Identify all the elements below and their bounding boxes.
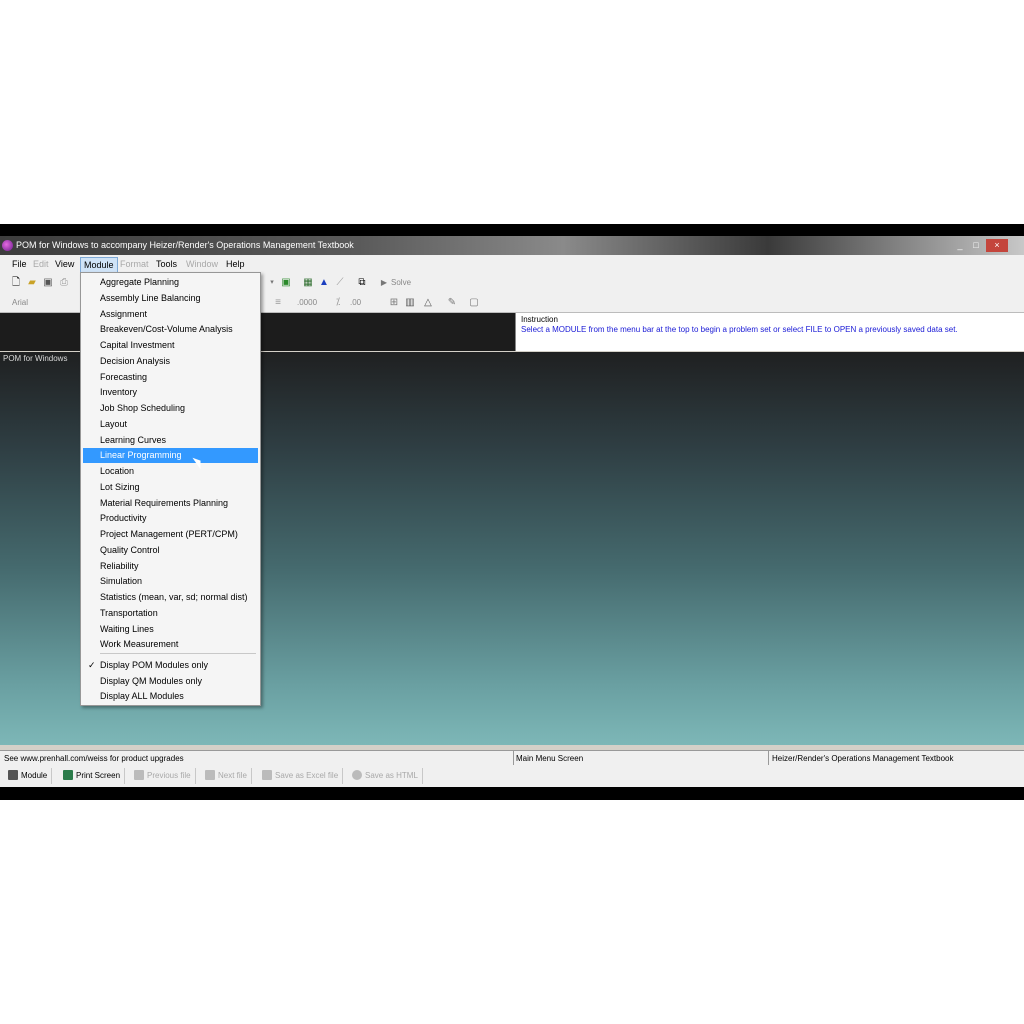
module-button-label: Module [21,771,48,780]
align-icon[interactable]: ≡ [272,297,284,309]
bottom-button-bar: Module Print Screen Previous file Next f… [0,765,1024,787]
menu-item-assignment[interactable]: Assignment [83,307,258,322]
close-button[interactable]: × [986,239,1008,252]
save-icon[interactable]: ▣ [42,277,54,289]
previous-file-button-label: Previous file [147,771,191,780]
instruction-label: Instruction [521,315,558,324]
menu-item-statistics[interactable]: Statistics (mean, var, sd; normal dist) [83,590,258,605]
module-dropdown-menu: Aggregate Planning Assembly Line Balanci… [80,272,261,706]
number-format-box[interactable]: .0000 [297,298,317,307]
menu-item-mrp[interactable]: Material Requirements Planning [83,496,258,511]
menu-item-forecasting[interactable]: Forecasting [83,370,258,385]
chart-triangle-icon[interactable]: ▲ [318,277,330,289]
maximize-button[interactable]: □ [970,239,982,252]
next-file-button[interactable]: Next file [205,768,252,784]
new-file-icon[interactable]: 🗋 [10,277,22,289]
columns-icon[interactable]: ▥ [404,297,416,309]
menu-item-quality-control[interactable]: Quality Control [83,543,258,558]
menu-item-location[interactable]: Location [83,464,258,479]
letterbox-bottom [0,787,1024,800]
letterbox-top [0,224,1024,236]
title-bar: POM for Windows to accompany Heizer/Rend… [0,236,1024,255]
status-divider [768,751,769,766]
menu-item-productivity[interactable]: Productivity [83,511,258,526]
menu-item-project-management[interactable]: Project Management (PERT/CPM) [83,527,258,542]
border-icon[interactable]: ▢ [468,297,480,309]
dropdown-arrow-icon[interactable]: ▾ [266,277,278,289]
save-html-button-label: Save as HTML [365,771,418,780]
print-icon[interactable]: ⎙ [58,277,70,289]
status-left: See www.prenhall.com/weiss for product u… [4,754,184,763]
excel-icon [262,770,272,780]
menu-item-display-qm-only[interactable]: Display QM Modules only [83,674,258,689]
menu-tools[interactable]: Tools [156,259,177,269]
menu-view[interactable]: View [55,259,74,269]
print-screen-icon [63,770,73,780]
menu-item-assembly-line-balancing[interactable]: Assembly Line Balancing [83,291,258,306]
window-title: POM for Windows to accompany Heizer/Rend… [16,240,354,250]
check-icon: ✓ [88,660,96,670]
menu-item-breakeven[interactable]: Breakeven/Cost-Volume Analysis [83,322,258,337]
decimal-box[interactable]: .00 [350,298,361,307]
menu-item-decision-analysis[interactable]: Decision Analysis [83,354,258,369]
menu-item-waiting-lines[interactable]: Waiting Lines [83,622,258,637]
instruction-panel: Instruction Select a MODULE from the men… [515,313,1024,351]
menu-item-capital-investment[interactable]: Capital Investment [83,338,258,353]
html-icon [352,770,362,780]
menu-item-simulation[interactable]: Simulation [83,574,258,589]
status-divider [513,751,514,766]
previous-file-button[interactable]: Previous file [134,768,196,784]
table-icon[interactable]: ▦ [302,277,314,289]
save-excel-button[interactable]: Save as Excel file [262,768,344,784]
menu-item-work-measurement[interactable]: Work Measurement [83,637,258,652]
menu-item-layout[interactable]: Layout [83,417,258,432]
app-icon [2,240,13,251]
menu-item-aggregate-planning[interactable]: Aggregate Planning [83,275,258,290]
next-file-button-label: Next file [218,771,247,780]
menu-item-learning-curves[interactable]: Learning Curves [83,433,258,448]
status-right: Heizer/Render's Operations Management Te… [772,754,954,763]
minimize-button[interactable]: _ [954,239,966,252]
status-bar: See www.prenhall.com/weiss for product u… [0,750,1024,766]
solve-icon[interactable]: ▶ [378,277,390,289]
print-screen-button-label: Print Screen [76,771,121,780]
save-excel-button-label: Save as Excel file [275,771,339,780]
menu-item-lot-sizing[interactable]: Lot Sizing [83,480,258,495]
graph-icon[interactable]: ⟋ [334,277,346,289]
font-name-box[interactable]: Arial [12,298,28,307]
print-screen-button[interactable]: Print Screen [63,768,126,784]
save-html-button[interactable]: Save as HTML [352,768,423,784]
copy-icon[interactable]: ⧉ [356,277,368,289]
workspace-label: POM for Windows [3,354,68,363]
instruction-text: Select a MODULE from the menu bar at the… [521,325,958,334]
menu-item-transportation[interactable]: Transportation [83,606,258,621]
display-pom-label: Display POM Modules only [100,660,209,670]
menu-item-job-shop-scheduling[interactable]: Job Shop Scheduling [83,401,258,416]
next-file-icon [205,770,215,780]
comma-icon[interactable]: ⁒ [332,297,344,309]
menu-window[interactable]: Window [186,259,218,269]
module-button[interactable]: Module [8,768,53,784]
fill-color-icon[interactable]: ✎ [446,297,458,309]
gridlines-icon[interactable]: ⊞ [388,297,400,309]
menu-item-linear-programming[interactable]: Linear Programming [83,448,258,463]
menu-file[interactable]: File [12,259,27,269]
menu-item-display-pom-only[interactable]: ✓ Display POM Modules only [83,658,258,673]
screen-icon[interactable]: ▣ [280,277,292,289]
status-middle: Main Menu Screen [516,754,584,763]
menu-format[interactable]: Format [120,259,149,269]
menu-help[interactable]: Help [226,259,245,269]
triangle-icon[interactable]: △ [422,297,434,309]
menu-module[interactable]: Module [80,257,118,273]
previous-file-icon [134,770,144,780]
menu-item-reliability[interactable]: Reliability [83,559,258,574]
open-folder-icon[interactable]: ▰ [26,277,38,289]
menu-separator [100,653,256,654]
menu-item-display-all[interactable]: Display ALL Modules [83,689,258,704]
solve-button-label[interactable]: Solve [391,278,411,287]
module-icon [8,770,18,780]
menu-edit[interactable]: Edit [33,259,49,269]
menu-item-inventory[interactable]: Inventory [83,385,258,400]
